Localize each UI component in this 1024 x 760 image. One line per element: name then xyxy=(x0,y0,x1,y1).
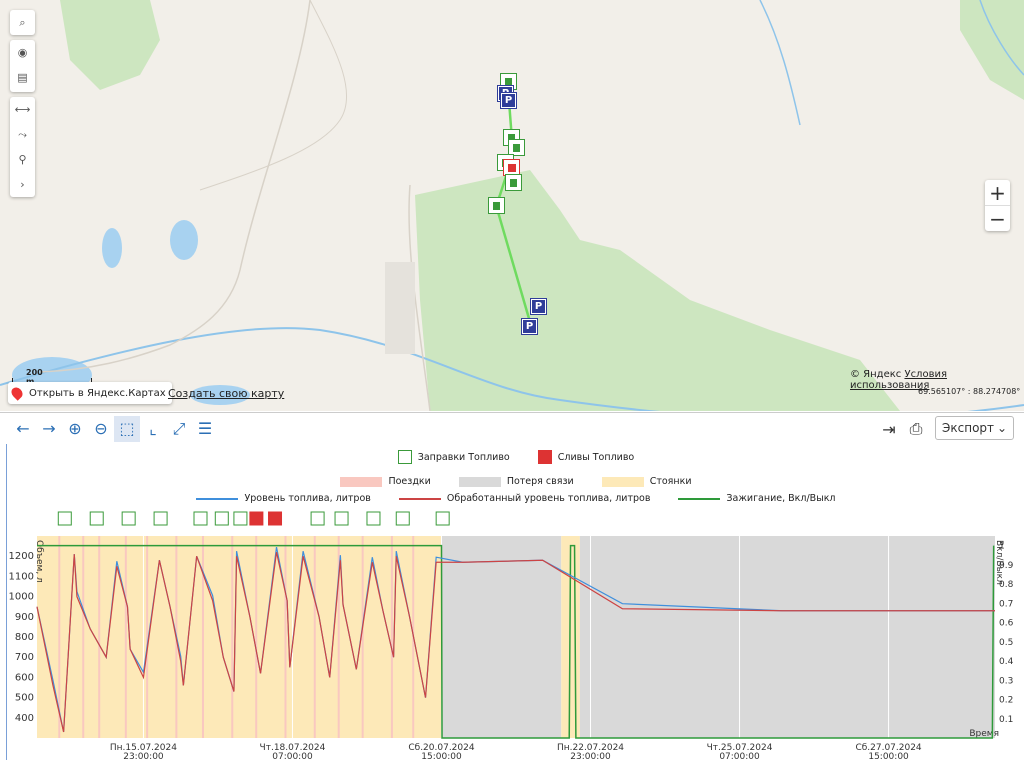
y-left-axis-label: Объем, л xyxy=(34,540,44,583)
y-left-tick-label: 600 xyxy=(15,672,34,683)
fuel-icon xyxy=(510,178,517,187)
trips-band xyxy=(124,536,127,738)
map-icon[interactable]: ▤ xyxy=(10,65,35,90)
zoom-out-button[interactable]: − xyxy=(985,206,1010,231)
drain-event-icon[interactable] xyxy=(249,511,264,526)
search-icon[interactable]: ⌕ xyxy=(10,10,35,35)
x-tick-time: 15:00:00 xyxy=(421,752,462,760)
y-left-tick-label: 900 xyxy=(15,612,34,623)
y-right-axis-label: Вкл/Выкл xyxy=(994,540,1004,585)
map-view-toolbar: ◉ ▤ xyxy=(10,40,35,92)
zoom-out-icon[interactable]: ⊖ xyxy=(88,416,114,442)
map-tools-toolbar: ⟷ ⤳ ⚲ › xyxy=(10,97,35,197)
refuel-event-icon[interactable] xyxy=(366,511,381,526)
chart-area: Заправки Топливо Сливы Топливо Поездки П… xyxy=(6,444,1024,760)
eye-icon[interactable]: ◉ xyxy=(10,40,35,65)
y-left-tick-label: 1100 xyxy=(9,571,34,582)
refuel-event-icon[interactable] xyxy=(233,511,248,526)
fit-icon[interactable]: ⤢ xyxy=(166,416,192,442)
parking-marker[interactable]: P xyxy=(500,92,517,109)
trips-band xyxy=(390,536,393,738)
map[interactable]: ⌕ ◉ ▤ ⟷ ⤳ ⚲ › + − P P P P 200 m Открыть … xyxy=(0,0,1024,411)
route-icon[interactable]: ⤳ xyxy=(10,122,35,147)
fuel-icon xyxy=(513,143,520,152)
parking-marker[interactable]: P xyxy=(521,318,538,335)
no-connection-band xyxy=(579,536,995,738)
fuel-marker[interactable] xyxy=(505,174,522,191)
y-right-tick-label: 0.6 xyxy=(999,619,1014,629)
y-right-tick-label: 0.5 xyxy=(999,638,1013,648)
x-tick-time: 15:00:00 xyxy=(868,752,909,760)
y-left-tick-label: 500 xyxy=(15,693,34,704)
pin-icon xyxy=(9,385,25,401)
y-right-tick-label: 0.3 xyxy=(999,676,1013,686)
arrow-left-icon[interactable]: ← xyxy=(10,416,36,442)
trips-band xyxy=(284,536,287,738)
zoom-in-icon[interactable]: ⊕ xyxy=(62,416,88,442)
chart-toolbar: ← → ⊕ ⊖ ⬚ ⌞ ⤢ ☰ ⇥ ⎙ Экспорт ⌄ xyxy=(0,412,1024,444)
x-tick-time: 07:00:00 xyxy=(719,752,760,760)
reset-x-icon[interactable]: ⌞ xyxy=(140,416,166,442)
fuel-marker[interactable] xyxy=(508,139,525,156)
refuel-event-icon[interactable] xyxy=(57,511,72,526)
drain-icon xyxy=(507,163,516,172)
trips-band xyxy=(313,536,316,738)
refuel-event-icon[interactable] xyxy=(89,511,104,526)
y-left-tick-label: 800 xyxy=(15,632,34,643)
y-left-tick-label: 1200 xyxy=(9,551,34,562)
y-right-tick-label: 0.4 xyxy=(999,657,1014,667)
select-zoom-icon[interactable]: ⬚ xyxy=(114,415,140,442)
trips-band xyxy=(361,536,364,738)
refuel-event-icon[interactable] xyxy=(334,511,349,526)
chevron-right-icon[interactable]: › xyxy=(10,172,35,197)
ruler-icon[interactable]: ⟷ xyxy=(10,97,35,122)
fuel-chart[interactable]: 400 500 600 700 800 900 1000 1100 1200 0.1 0.2 0.3 0… xyxy=(7,444,1024,760)
y-right-tick-label: 0.2 xyxy=(999,696,1013,706)
parking-marker[interactable]: P xyxy=(530,298,547,315)
drain-event-icon[interactable] xyxy=(268,511,283,526)
export-dropdown[interactable]: Экспорт ⌄ xyxy=(935,416,1014,440)
refuel-event-icon[interactable] xyxy=(214,511,229,526)
y-left-tick-label: 700 xyxy=(15,652,34,663)
import-icon[interactable]: ⇥ xyxy=(876,416,902,442)
trips-band xyxy=(231,536,234,738)
refuel-event-icon[interactable] xyxy=(153,511,168,526)
map-background xyxy=(0,0,1024,411)
y-right-tick-label: 0.1 xyxy=(999,715,1013,725)
open-yandex-button[interactable]: Открыть в Яндекс.Картах xyxy=(8,382,172,404)
no-connection-band xyxy=(441,536,562,738)
trips-band xyxy=(255,536,258,738)
trips-band xyxy=(98,536,101,738)
trips-band xyxy=(201,536,204,738)
refuel-event-icon[interactable] xyxy=(395,511,410,526)
fuel-icon xyxy=(493,201,500,210)
arrow-right-icon[interactable]: → xyxy=(36,416,62,442)
chevron-down-icon: ⌄ xyxy=(996,421,1007,435)
x-tick-time: 23:00:00 xyxy=(123,752,164,760)
x-tick-time: 23:00:00 xyxy=(570,752,611,760)
refuel-event-icon[interactable] xyxy=(193,511,208,526)
refuel-event-icon[interactable] xyxy=(310,511,325,526)
drain-marker[interactable] xyxy=(503,159,520,176)
map-search-toolbar: ⌕ xyxy=(10,10,35,35)
zoom-in-button[interactable]: + xyxy=(985,180,1010,205)
print-icon[interactable]: ⎙ xyxy=(903,416,929,442)
refuel-event-icon[interactable] xyxy=(435,511,450,526)
fuel-marker[interactable] xyxy=(488,197,505,214)
y-left-tick-label: 1000 xyxy=(9,592,34,603)
zoom-control: + − xyxy=(985,180,1010,231)
list-icon[interactable]: ☰ xyxy=(192,416,218,442)
trips-band xyxy=(82,536,85,738)
create-map-link[interactable]: Создать свою карту xyxy=(168,387,284,400)
x-tick-time: 07:00:00 xyxy=(272,752,313,760)
trips-band xyxy=(146,536,149,738)
fuel-icon xyxy=(505,77,512,86)
refuel-event-icon[interactable] xyxy=(121,511,136,526)
y-left-tick-label: 400 xyxy=(15,713,34,724)
pins-icon[interactable]: ⚲ xyxy=(10,147,35,172)
coords-readout: 69.565107° : 88.274708° xyxy=(918,387,1021,396)
y-right-tick-label: 0.7 xyxy=(999,599,1013,609)
